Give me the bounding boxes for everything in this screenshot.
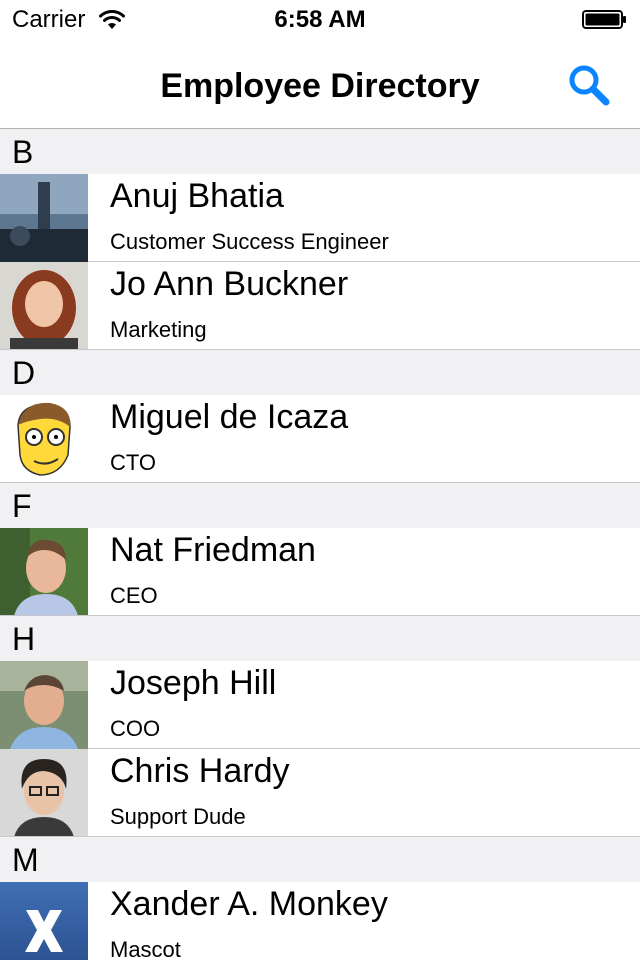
employee-list[interactable]: B Anuj Bhatia Customer Success Engineer … bbox=[0, 129, 640, 960]
avatar bbox=[0, 528, 88, 616]
navigation-bar: Employee Directory bbox=[0, 40, 640, 129]
employee-row[interactable]: Miguel de Icaza CTO bbox=[0, 395, 640, 483]
avatar bbox=[0, 262, 88, 350]
section-header-d: D bbox=[0, 350, 640, 395]
avatar bbox=[0, 882, 88, 960]
employee-name: Miguel de Icaza bbox=[110, 398, 349, 436]
avatar-photo bbox=[0, 661, 88, 749]
section-header-m: M bbox=[0, 837, 640, 882]
employee-name: Chris Hardy bbox=[110, 752, 290, 790]
section-letter: D bbox=[12, 355, 36, 391]
employee-name: Joseph Hill bbox=[110, 664, 277, 702]
section-header-b: B bbox=[0, 129, 640, 174]
employee-role: Support Dude bbox=[110, 804, 246, 829]
employee-name: Jo Ann Buckner bbox=[110, 265, 349, 303]
employee-row[interactable]: Jo Ann Buckner Marketing bbox=[0, 262, 640, 350]
employee-row[interactable]: Anuj Bhatia Customer Success Engineer bbox=[0, 174, 640, 262]
employee-row[interactable]: Joseph Hill COO bbox=[0, 661, 640, 749]
employee-role: CEO bbox=[110, 583, 158, 608]
employee-role: Mascot bbox=[110, 937, 181, 960]
avatar-photo bbox=[0, 262, 88, 350]
avatar-photo bbox=[0, 528, 88, 616]
employee-name: Anuj Bhatia bbox=[110, 177, 284, 215]
search-icon bbox=[569, 65, 610, 106]
search-button[interactable] bbox=[566, 62, 612, 108]
avatar bbox=[0, 395, 88, 483]
section-header-h: H bbox=[0, 616, 640, 661]
clock: 6:58 AM bbox=[274, 6, 366, 33]
employee-role: COO bbox=[110, 716, 161, 741]
avatar bbox=[0, 174, 88, 262]
employee-row[interactable]: Chris Hardy Support Dude bbox=[0, 749, 640, 837]
status-bar: Carrier 6:58 AM bbox=[0, 0, 640, 40]
battery-icon bbox=[582, 10, 626, 29]
avatar bbox=[0, 749, 88, 837]
section-letter: M bbox=[12, 842, 39, 878]
avatar-photo bbox=[0, 174, 88, 262]
employee-row[interactable]: Nat Friedman CEO bbox=[0, 528, 640, 616]
employee-role: Customer Success Engineer bbox=[110, 229, 389, 254]
employee-role: Marketing bbox=[110, 317, 207, 342]
page-title: Employee Directory bbox=[160, 67, 480, 105]
employee-role: CTO bbox=[110, 450, 157, 475]
avatar-photo bbox=[0, 882, 88, 960]
section-header-f: F bbox=[0, 483, 640, 528]
section-letter: H bbox=[12, 621, 36, 657]
section-letter: B bbox=[12, 134, 34, 170]
employee-name: Xander A. Monkey bbox=[110, 885, 388, 923]
employee-row[interactable]: Xander A. Monkey Mascot bbox=[0, 882, 640, 960]
avatar-photo bbox=[0, 749, 88, 837]
employee-name: Nat Friedman bbox=[110, 531, 316, 569]
section-letter: F bbox=[12, 488, 32, 524]
avatar-photo bbox=[0, 395, 88, 483]
avatar bbox=[0, 661, 88, 749]
